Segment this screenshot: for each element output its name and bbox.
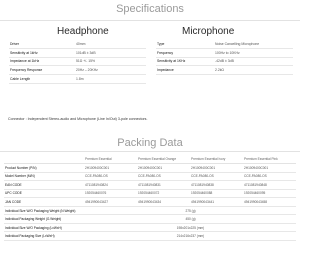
column-header: Premium Essential Orange — [137, 154, 190, 164]
microphone-spec-table: Type Noise Cancelling Microphone Frequenc… — [156, 40, 293, 76]
divider — [0, 20, 300, 21]
table-cell: 2H1009400C001 — [84, 163, 137, 173]
row-label: EAN CODE — [4, 180, 84, 190]
spec-row: Driver 40mm — [9, 40, 146, 49]
spec-value: 20Hz – 20KHz — [75, 65, 146, 76]
spec-value: 2.2kΩ — [214, 65, 293, 76]
table-cell: 192054460076 — [84, 189, 137, 199]
spec-row: Frequency Response 20Hz – 20KHz — [9, 65, 146, 76]
spec-row: Sensitivity at 1kHz 101dB ± 3dB — [9, 48, 146, 58]
spec-value: -42dB ± 3dB — [214, 57, 293, 67]
headphone-spec-table: Driver 40mm Sensitivity at 1kHz 101dB ± 3d… — [9, 40, 146, 84]
table-cell: CCE-PA080-OS — [137, 172, 190, 182]
table-row: UPC CODE 192054460076 192054460072 19205446… — [4, 189, 296, 199]
spec-label: Frequency Response — [9, 65, 75, 76]
table-cell: 2H1009400C001 — [137, 163, 190, 173]
table-cell: CCE-PA080-OS — [84, 172, 137, 182]
table-cell: 192054460088 — [190, 189, 243, 199]
spec-value: 100Hz to 10KHz — [214, 48, 293, 58]
spec-value: 101dB ± 3dB — [75, 48, 146, 58]
spec-label: Impedance — [156, 65, 214, 76]
spec-value: Noise Cancelling Microphone — [214, 40, 293, 49]
column-header: Premium Essential Pink — [243, 154, 296, 164]
microphone-title: Microphone — [182, 26, 235, 37]
spec-value: 1.8m — [75, 74, 146, 84]
table-cell: 450 (g) — [84, 214, 296, 224]
table-cell: 4711081940831 — [137, 180, 190, 190]
table-cell: 4711081940838 — [190, 180, 243, 190]
spec-row: Type Noise Cancelling Microphone — [156, 40, 293, 49]
table-cell: 275 (g) — [84, 206, 296, 216]
table-row: Individual Size W/O Packaging (LxWxH) 198… — [4, 223, 296, 233]
row-label: UPC CODE — [4, 189, 84, 199]
connector-note: Connector : Independent Stereo-audio and… — [8, 117, 148, 121]
headphone-title: Headphone — [57, 26, 109, 37]
spec-label: Type — [156, 40, 214, 49]
table-cell: 214x216x237 (mm) — [84, 231, 296, 241]
column-header: Premium Essential Ivory — [190, 154, 243, 164]
table-cell: CCE-PA080-OS — [190, 172, 243, 182]
table-cell: 4941990043458 — [243, 197, 296, 207]
table-row: JAN CODE 4941990043427 4941990043434 494199… — [4, 197, 296, 207]
table-row: EAN CODE 4711081940824 4711081940831 471108… — [4, 180, 296, 190]
spec-label: Frequency — [156, 48, 214, 58]
spec-row: Impedance 2.2kΩ — [156, 65, 293, 76]
table-cell: 4941990043441 — [190, 197, 243, 207]
table-cell: 192054460095 — [243, 189, 296, 199]
table-cell: 4711081940848 — [243, 180, 296, 190]
spec-row: Cable Length 1.8m — [9, 74, 146, 84]
row-label: Model Number (M/N) — [4, 172, 84, 182]
spec-label: Driver — [9, 40, 75, 49]
table-cell: 4711081940824 — [84, 180, 137, 190]
row-label: JAN CODE — [4, 197, 84, 207]
table-row: Individual Size W/O Packaging Weight (N.… — [4, 206, 296, 216]
spec-row: Sensitivity at 1KHz -42dB ± 3dB — [156, 57, 293, 67]
table-row: Individual Packaging Weight (G.Weight) 45… — [4, 214, 296, 224]
spec-value: 40mm — [75, 40, 146, 49]
row-label: Individual Size W/O Packaging (LxWxH) — [4, 223, 84, 233]
table-row: Product Number (P/N) 2H1009400C001 2H10094… — [4, 163, 296, 173]
spec-label: Sensitivity at 1kHz — [9, 48, 75, 58]
column-header: Premium Essential — [84, 154, 137, 164]
spec-value: 51Ω +/- 15% — [75, 57, 146, 67]
table-cell: 198x201x225 (mm) — [84, 223, 296, 233]
table-cell: 192054460072 — [137, 189, 190, 199]
table-cell: 2H1009400C001 — [190, 163, 243, 173]
packing-table: Premium Essential Premium Essential Oran… — [4, 154, 296, 241]
row-label: Individual Packaging Weight (G.Weight) — [4, 214, 84, 224]
divider — [0, 151, 300, 152]
table-row: Individual Packaging Size (LxWxH) 214x216… — [4, 231, 296, 241]
spec-label: Cable Length — [9, 74, 75, 84]
table-row: Model Number (M/N) CCE-PA080-OS CCE-PA080-… — [4, 172, 296, 182]
table-cell: 4941990043427 — [84, 197, 137, 207]
row-label: Individual Packaging Size (LxWxH) — [4, 231, 84, 241]
spec-row: Impedance at 1kHz 51Ω +/- 15% — [9, 57, 146, 67]
spec-label: Impedance at 1kHz — [9, 57, 75, 67]
row-label: Product Number (P/N) — [4, 163, 84, 173]
table-cell: 2H1009400C001 — [243, 163, 296, 173]
packing-data-title: Packing Data — [117, 137, 183, 149]
spec-label: Sensitivity at 1KHz — [156, 57, 214, 67]
specifications-title: Specifications — [116, 3, 184, 15]
packing-header-row: Premium Essential Premium Essential Oran… — [4, 154, 296, 164]
table-cell: 4941990043434 — [137, 197, 190, 207]
table-cell: CCE-PA080-OS — [243, 172, 296, 182]
spec-row: Frequency 100Hz to 10KHz — [156, 48, 293, 58]
column-header — [4, 154, 84, 164]
row-label: Individual Size W/O Packaging Weight (N.… — [4, 206, 84, 216]
